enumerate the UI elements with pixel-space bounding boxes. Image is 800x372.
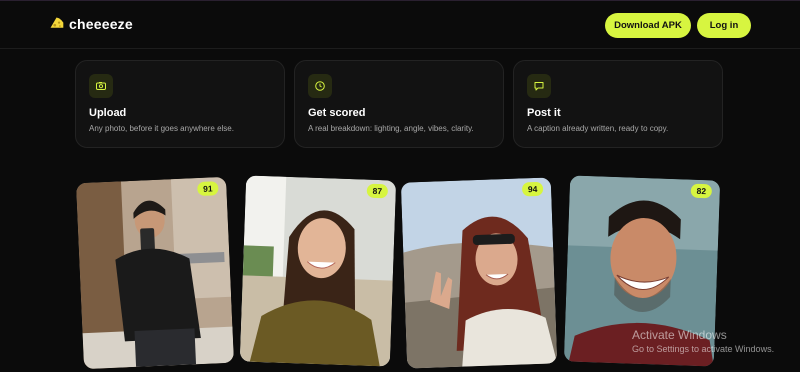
- logo[interactable]: cheeeeze: [48, 15, 133, 32]
- feature-description: Any photo, before it goes anywhere else.: [89, 124, 234, 133]
- feature-title: Get scored: [308, 107, 366, 119]
- score-badge: 94: [521, 181, 544, 197]
- download-apk-button[interactable]: Download APK: [605, 13, 691, 38]
- message-icon: [527, 74, 551, 98]
- brand-name: cheeeeze: [69, 15, 133, 32]
- sample-photo-mirror-selfie: 91: [76, 176, 234, 370]
- score-badge: 91: [197, 181, 219, 197]
- feature-card-upload: Upload Any photo, before it goes anywher…: [75, 60, 285, 148]
- cheese-logo-icon: [50, 17, 64, 28]
- feature-title: Post it: [527, 107, 561, 119]
- feature-description: A caption already written, ready to copy…: [527, 124, 669, 133]
- feature-card-get-scored: Get scored A real breakdown: lighting, a…: [294, 60, 504, 148]
- camera-icon: [89, 74, 113, 98]
- score-badge: 82: [690, 183, 713, 199]
- clock-icon: [308, 74, 332, 98]
- watermark-title: Activate Windows: [632, 328, 727, 342]
- sample-photo-peace-sign: 94: [400, 177, 558, 369]
- feature-title: Upload: [89, 107, 127, 119]
- score-badge: 87: [366, 183, 389, 199]
- feature-description: A real breakdown: lighting, angle, vibes…: [308, 124, 474, 133]
- feature-card-post-it: Post it A caption already written, ready…: [513, 60, 723, 148]
- watermark-subtitle: Go to Settings to activate Windows.: [632, 344, 775, 354]
- windows-activation-watermark: Activate Windows Go to Settings to activ…: [632, 328, 774, 354]
- login-button[interactable]: Log in: [697, 13, 751, 38]
- navbar: cheeeeze Download APK Log in: [0, 1, 800, 49]
- sample-photo-smiling-woman: 87: [239, 175, 397, 367]
